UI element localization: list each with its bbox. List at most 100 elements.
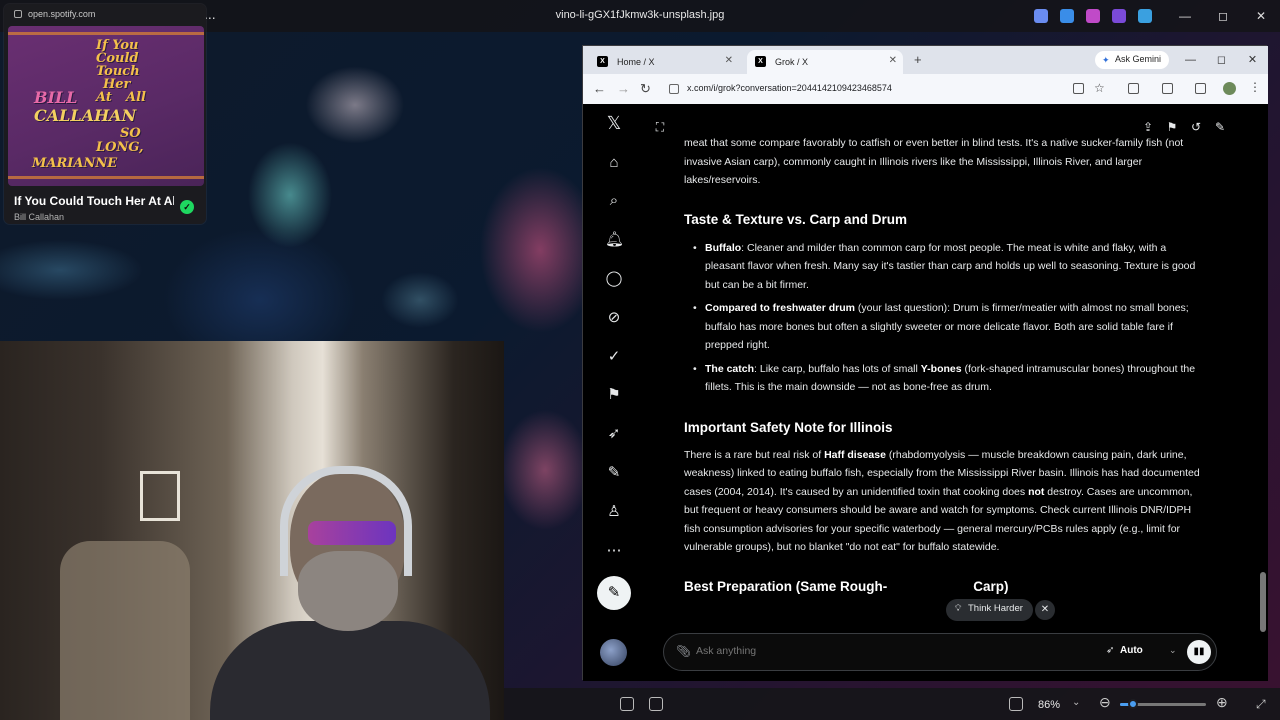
profile-icon[interactable]: ♙ — [605, 503, 623, 521]
heading-left: Best Preparation (Same Rough- — [684, 578, 888, 594]
expand-icon[interactable]: ⛶ — [653, 120, 667, 134]
premium-icon[interactable]: ✓ — [605, 348, 623, 366]
more-icon[interactable]: ⋯ — [605, 542, 623, 560]
tab-label: Home / X — [617, 57, 655, 67]
think-harder-button[interactable]: 💡︎ Think Harder — [946, 599, 1033, 621]
ask-input[interactable] — [696, 645, 1076, 657]
section-heading: Important Safety Note for Illinois — [684, 419, 893, 435]
ask-gemini-button[interactable]: ✦ Ask Gemini — [1095, 51, 1170, 69]
clipchamp-icon[interactable] — [1112, 9, 1126, 23]
profile-avatar[interactable] — [1223, 82, 1236, 95]
scan-text-icon[interactable] — [649, 697, 663, 711]
bookmark-icon[interactable]: ⚑ — [1165, 120, 1179, 134]
minimize-icon[interactable]: — — [1175, 46, 1206, 74]
maximize-icon[interactable]: ◻ — [1206, 46, 1237, 74]
close-icon[interactable]: ✕ — [1237, 46, 1268, 74]
list-item: Buffalo: Cleaner and milder than common … — [684, 239, 1202, 295]
reload-icon[interactable]: ↻ — [640, 81, 651, 97]
tab-label: Grok / X — [775, 57, 809, 67]
cast-icon[interactable] — [1162, 83, 1173, 94]
rocket-icon: ➶ — [1106, 645, 1115, 656]
search-icon[interactable]: ⌕ — [605, 192, 623, 210]
close-icon[interactable]: ✕ — [1242, 0, 1280, 32]
scrollbar-thumb[interactable] — [1260, 572, 1266, 632]
saved-check-icon[interactable]: ✓ — [180, 200, 194, 214]
x-sidebar: 𝕏 ⌂ ⌕ 🔔︎ ◯ ⊘ ✓ ⚑ ➶ ✎ ♙ ⋯ ✎ — [583, 104, 645, 681]
bullet-text: : Like carp, buffalo has lots of small — [754, 362, 921, 375]
edit-icon[interactable] — [1060, 9, 1074, 23]
chevron-down-icon[interactable]: ⌄ — [1169, 645, 1177, 656]
lightbulb-icon: 💡︎ — [955, 603, 962, 613]
address-bar: ← → ↻ x.com/i/grok?conversation=20441421… — [583, 74, 1268, 104]
zoom-slider-thumb[interactable] — [1128, 699, 1138, 709]
app-icon[interactable] — [1034, 9, 1048, 23]
history-icon[interactable]: ↺ — [1189, 120, 1203, 134]
copilot-icon[interactable] — [1086, 9, 1100, 23]
tray-icons — [1034, 9, 1152, 23]
site-info-icon[interactable] — [669, 84, 679, 94]
tab-home[interactable]: X Home / X ✕ — [589, 50, 739, 74]
back-icon[interactable]: ← — [593, 81, 606, 96]
close-icon[interactable]: ✕ — [725, 55, 733, 66]
mode-select[interactable]: Auto — [1120, 645, 1143, 656]
track-artist[interactable]: Bill Callahan — [14, 212, 64, 222]
chevron-down-icon[interactable]: ⌄ — [1072, 697, 1080, 708]
bookmarks-icon[interactable]: ⚑ — [605, 386, 623, 404]
webcam-chair — [60, 541, 190, 720]
cloud-icon[interactable] — [1138, 9, 1152, 23]
crop-icon[interactable] — [620, 697, 634, 711]
attach-icon[interactable]: 📎︎ — [676, 644, 691, 658]
url-text[interactable]: x.com/i/grok?conversation=20441421094234… — [687, 83, 892, 93]
site-settings-icon[interactable] — [14, 10, 22, 18]
webcam-window — [140, 471, 180, 521]
close-icon[interactable]: ✕ — [1035, 600, 1055, 620]
install-app-icon[interactable] — [1073, 83, 1084, 94]
album-stripe — [8, 176, 204, 179]
fullscreen-icon[interactable]: ⤢ — [1256, 697, 1266, 712]
reading-list-icon[interactable] — [1195, 83, 1206, 94]
grok-response: meat that some compare favorably to catf… — [684, 134, 1202, 597]
tab-grok[interactable]: X Grok / X ✕ — [747, 50, 903, 74]
album-art-text: All — [126, 90, 146, 105]
x-favicon-icon: X — [597, 56, 608, 67]
zoom-out-icon[interactable]: ⊖ — [1099, 694, 1111, 711]
section-heading: Best Preparation (Same Rough- Carp) — [684, 577, 1202, 597]
notifications-icon[interactable]: 🔔︎ — [605, 231, 624, 249]
gemini-icon: ✦ — [1102, 55, 1110, 65]
scrollbar[interactable] — [1260, 114, 1266, 674]
zoom-slider[interactable] — [1120, 699, 1206, 709]
new-tab-button[interactable]: + — [914, 52, 922, 67]
close-icon[interactable]: ✕ — [889, 55, 897, 66]
maximize-icon[interactable]: ◻ — [1204, 0, 1242, 32]
x-logo-icon[interactable]: 𝕏 — [605, 114, 623, 132]
forward-icon[interactable]: → — [617, 81, 630, 96]
extensions-icon[interactable] — [1128, 83, 1139, 94]
grok-icon[interactable]: ⊘ — [605, 309, 623, 327]
browser-window: X Home / X ✕ X Grok / X ✕ + ✦ Ask Gemini… — [582, 45, 1268, 681]
album-art[interactable]: If You Could Touch Her At All BILL CALLA… — [8, 26, 204, 186]
fit-screen-icon[interactable] — [1009, 697, 1023, 711]
zoom-in-icon[interactable]: ⊕ — [1216, 694, 1228, 711]
spotify-miniplayer: open.spotify.com If You Could Touch Her … — [4, 4, 206, 224]
kebab-menu-icon[interactable]: ⋮ — [1249, 80, 1261, 94]
x-favicon-icon: X — [755, 56, 766, 67]
account-avatar[interactable] — [600, 639, 627, 666]
jobs-icon[interactable]: ➶ — [605, 425, 623, 443]
post-button[interactable]: ✎ — [597, 576, 631, 610]
new-chat-icon[interactable]: ✎ — [1213, 120, 1227, 134]
messages-icon[interactable]: ◯ — [605, 270, 623, 288]
voice-mode-icon[interactable]: ▮▮ — [1187, 640, 1211, 664]
share-icon[interactable]: ⇪ — [1141, 120, 1155, 134]
bookmark-star-icon[interactable]: ☆ — [1094, 81, 1105, 95]
home-icon[interactable]: ⌂ — [605, 154, 623, 172]
album-art-text: BILL — [34, 88, 78, 107]
viewer-title: vino-li-gGX1fJkmw3k-unsplash.jpg — [555, 9, 725, 21]
album-art-text: SO — [120, 126, 141, 141]
album-art-text: MARIANNE — [32, 156, 118, 171]
articles-icon[interactable]: ✎ — [605, 464, 623, 482]
think-harder-label: Think Harder — [968, 603, 1023, 614]
minimize-icon[interactable]: — — [1166, 0, 1204, 32]
url-field[interactable]: x.com/i/grok?conversation=20441421094234… — [663, 78, 1063, 100]
zoom-level[interactable]: 86% — [1038, 699, 1060, 711]
gemini-label: Ask Gemini — [1115, 54, 1162, 64]
